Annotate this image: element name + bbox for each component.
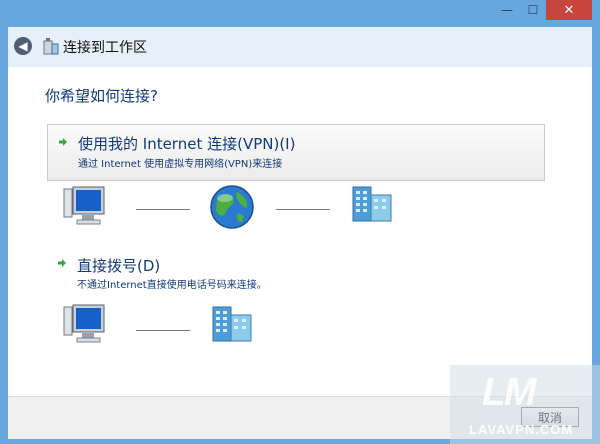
option-dialup-title: 直接拨号(D) (77, 257, 161, 275)
dialog-content: 你希望如何连接? 使用我的 Internet 连接(VPN)(I) 通过 Int… (8, 67, 592, 396)
connector-line (276, 209, 330, 210)
option-vpn-title: 使用我的 Internet 连接(VPN)(I) (78, 135, 296, 153)
dialog-title: 连接到工作区 (63, 40, 147, 56)
dialup-diagram (63, 302, 273, 348)
computer-icon (63, 304, 105, 343)
back-arrow-icon: ◀ (18, 39, 28, 53)
option-vpn-description: 通过 Internet 使用虚拟专用网络(VPN)来连接 (78, 159, 283, 170)
dialog-window: — ☐ ✕ ◀ 连接到工作区 你希望如何连接? 使用我的 Internet 连接… (0, 0, 600, 444)
back-button[interactable]: ◀ (14, 37, 32, 55)
green-arrow-icon (58, 259, 66, 267)
option-dialup[interactable]: 直接拨号(D) 不通过Internet直接使用电话号码来连接。 (47, 253, 545, 293)
green-arrow-icon (59, 138, 67, 146)
workplace-network-icon (352, 186, 392, 222)
minimize-button[interactable]: — (494, 0, 520, 20)
watermark: LM LAVAVPN.COM (450, 365, 600, 444)
watermark-logo: LM (482, 371, 536, 414)
connector-line (136, 209, 190, 210)
connector-line (136, 330, 190, 331)
close-button[interactable]: ✕ (546, 0, 592, 20)
workplace-network-icon (212, 306, 252, 342)
question-heading: 你希望如何连接? (45, 87, 158, 105)
globe-internet-icon (210, 185, 254, 229)
computer-icon (63, 186, 105, 225)
workplace-connection-icon (43, 38, 59, 55)
maximize-button[interactable]: ☐ (520, 0, 546, 20)
option-vpn[interactable]: 使用我的 Internet 连接(VPN)(I) 通过 Internet 使用虚… (47, 124, 545, 181)
vpn-diagram (63, 184, 413, 234)
window-caption-buttons: — ☐ ✕ (494, 0, 592, 22)
dialog-header: ◀ 连接到工作区 (8, 27, 592, 67)
watermark-url: LAVAVPN.COM (469, 422, 574, 437)
option-dialup-description: 不通过Internet直接使用电话号码来连接。 (77, 280, 267, 291)
